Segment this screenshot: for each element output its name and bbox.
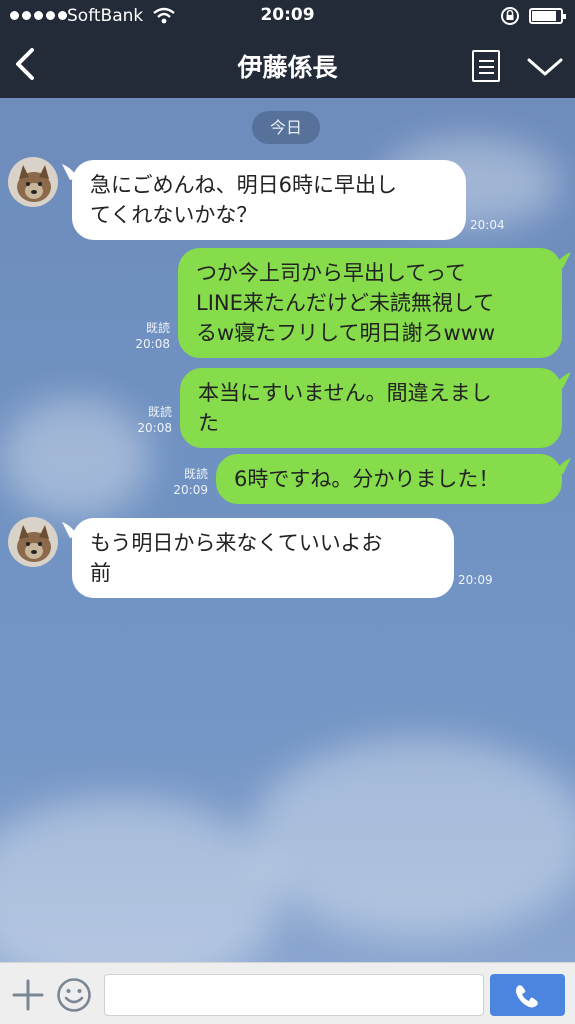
note-menu-icon[interactable]: [472, 50, 500, 82]
message-bubble-incoming[interactable]: もう明日から来なくていいよお 前: [72, 518, 454, 598]
message-time: 20:08: [135, 337, 170, 351]
message-meta: 既読 20:08: [122, 404, 172, 436]
message-line: つか今上司から早出してって: [196, 261, 467, 285]
read-receipt: 既読: [183, 467, 208, 481]
message-meta: 既読 20:08: [120, 320, 170, 352]
plus-icon[interactable]: [12, 979, 44, 1011]
message-line: もう明日から来なくていいよお: [90, 531, 383, 555]
app-header: SoftBank 20:09 伊藤係長: [0, 0, 575, 98]
bubble-tail: [555, 372, 571, 388]
message-bubble-outgoing[interactable]: 6時ですね。分かりました！: [216, 454, 562, 504]
message-input[interactable]: [104, 974, 484, 1016]
message-meta: 既読 20:09: [158, 466, 208, 498]
call-button[interactable]: [490, 974, 565, 1016]
message-time: 20:04: [470, 218, 505, 232]
status-time: 20:09: [260, 5, 315, 25]
message-line: 6時ですね。分かりました！: [234, 467, 500, 491]
read-receipt: 既読: [147, 405, 172, 419]
background-cloud: [0, 798, 280, 962]
message-input-bar: [0, 962, 575, 1024]
message-line: LINE来たんだけど未読無視して: [196, 291, 495, 315]
message-time: 20:08: [137, 421, 172, 435]
bubble-tail: [555, 458, 571, 474]
date-divider: 今日: [252, 111, 320, 144]
message-bubble-outgoing[interactable]: 本当にすいません。間違えまし た: [180, 368, 562, 448]
message-line: てくれないかな？: [90, 203, 258, 227]
read-receipt: 既読: [145, 321, 170, 335]
message-line: 本当にすいません。間違えまし: [198, 381, 492, 405]
rotation-lock-icon: [501, 7, 519, 25]
status-bar: SoftBank 20:09: [0, 0, 575, 32]
message-time: 20:09: [173, 483, 208, 497]
avatar[interactable]: [8, 517, 58, 567]
chat-area[interactable]: 今日 急にごめんね、明日6時に早出し てくれないかな？ 20:04 既読 20:…: [0, 98, 575, 962]
avatar[interactable]: [8, 157, 58, 207]
message-time: 20:09: [458, 573, 493, 587]
message-line: るw寝たフリして明日謝ろwww: [196, 321, 496, 345]
bubble-tail: [555, 252, 571, 268]
dog-avatar-icon: [8, 517, 58, 567]
battery-icon: [529, 8, 566, 24]
dog-avatar-icon: [8, 157, 58, 207]
phone-icon: [516, 985, 538, 1008]
chevron-down-icon[interactable]: [526, 54, 564, 80]
message-bubble-outgoing[interactable]: つか今上司から早出してって LINE来たんだけど未読無視して るw寝たフリして明…: [178, 248, 562, 358]
message-line: 前: [90, 561, 111, 585]
message-bubble-incoming[interactable]: 急にごめんね、明日6時に早出し てくれないかな？: [72, 160, 466, 240]
message-line: 急にごめんね、明日6時に早出し: [90, 173, 397, 197]
message-line: た: [198, 411, 219, 435]
background-cloud: [250, 738, 575, 938]
emoji-icon[interactable]: [56, 977, 92, 1013]
